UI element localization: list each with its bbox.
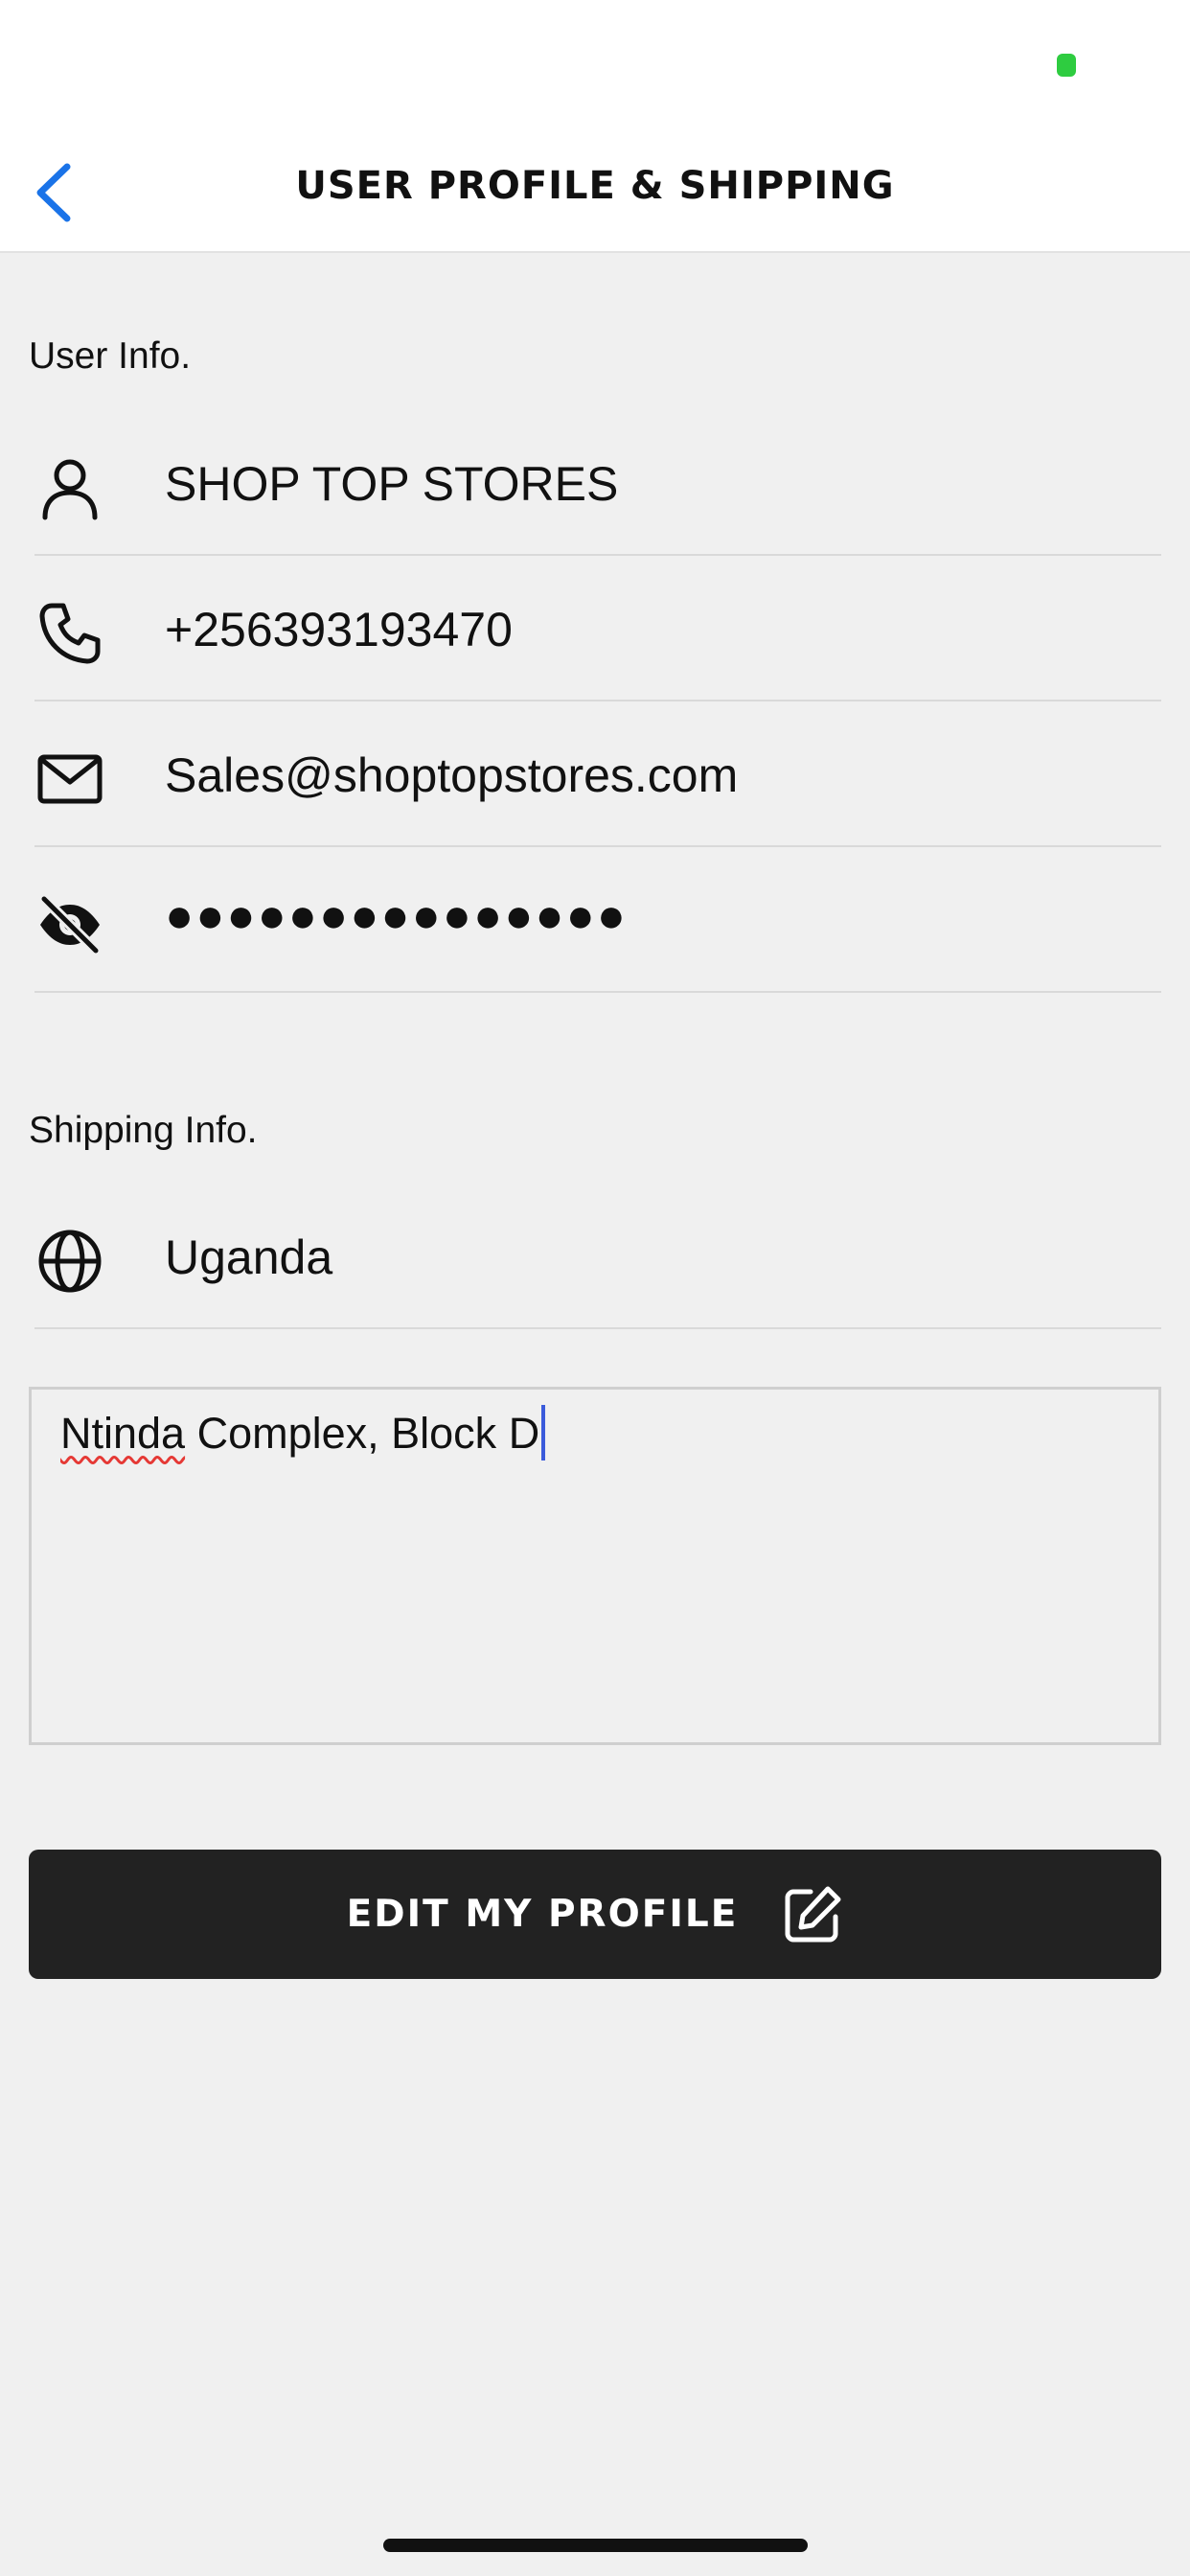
divider xyxy=(34,991,1161,993)
edit-icon xyxy=(785,1886,841,1942)
divider xyxy=(34,1327,1161,1329)
eye-off-icon[interactable] xyxy=(34,889,105,960)
page-title: USER PROFILE & SHIPPING xyxy=(295,164,895,208)
email-row: Sales@shoptopstores.com xyxy=(29,702,1161,847)
email-value: Sales@shoptopstores.com xyxy=(165,748,739,802)
password-value: ●●●●●●●●●●●●●●● xyxy=(165,888,629,942)
home-indicator[interactable] xyxy=(383,2539,808,2552)
navigation-bar: USER PROFILE & SHIPPING xyxy=(0,129,1190,253)
person-icon xyxy=(34,452,105,523)
text-caret xyxy=(541,1405,546,1461)
address-text: Ntinda Complex, Block D xyxy=(60,1405,546,1464)
country-row[interactable]: Uganda xyxy=(29,1184,1161,1329)
phone-icon xyxy=(34,598,105,669)
misspelled-word: Ntinda xyxy=(60,1409,186,1458)
user-name-row: SHOP TOP STORES xyxy=(29,410,1161,556)
status-bar xyxy=(0,0,1190,129)
edit-profile-button[interactable]: EDIT MY PROFILE xyxy=(29,1850,1161,1979)
phone-row: +256393193470 xyxy=(29,556,1161,702)
shipping-info-label: Shipping Info. xyxy=(29,1110,258,1151)
address-textarea[interactable]: Ntinda Complex, Block D xyxy=(29,1387,1161,1745)
edit-profile-label: EDIT MY PROFILE xyxy=(346,1893,739,1936)
mail-icon xyxy=(34,744,105,815)
address-rest: Complex, Block D xyxy=(185,1409,540,1458)
globe-icon xyxy=(34,1226,105,1297)
user-info-label: User Info. xyxy=(29,335,192,377)
privacy-indicator-dot xyxy=(1057,54,1076,77)
phone-value: +256393193470 xyxy=(165,603,513,656)
password-row: ●●●●●●●●●●●●●●● xyxy=(29,847,1161,993)
country-value: Uganda xyxy=(165,1230,333,1284)
user-name-value: SHOP TOP STORES xyxy=(165,457,619,511)
